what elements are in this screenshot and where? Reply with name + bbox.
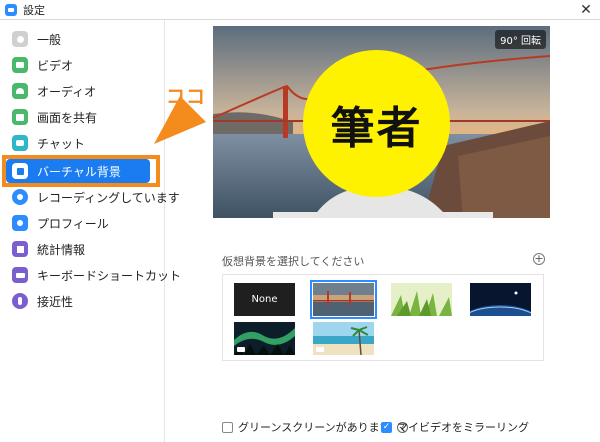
writer-badge-label: 筆者 (330, 102, 423, 154)
sidebar-item-keyboard-shortcuts[interactable]: キーボードショートカット (6, 263, 181, 287)
video-icon (12, 57, 28, 73)
green-screen-label: グリーンスクリーンがあります (238, 421, 391, 434)
close-button[interactable]: ✕ (578, 2, 594, 18)
background-thumbnail-panel: None (222, 274, 544, 361)
sidebar-item-label: 一般 (37, 32, 62, 47)
video-thumbnail-icon (316, 347, 324, 352)
mirror-video-checkbox[interactable] (381, 421, 392, 433)
gear-icon (12, 31, 28, 47)
background-thumbnail-aurora[interactable] (234, 322, 295, 355)
sidebar-item-video[interactable]: ビデオ (6, 53, 150, 77)
background-thumbnail-beach[interactable] (313, 322, 374, 355)
sidebar-item-audio[interactable]: オーディオ (6, 79, 150, 103)
statistics-icon (12, 241, 28, 257)
sidebar-item-label: ビデオ (37, 58, 74, 73)
window-title: 設定 (23, 3, 45, 17)
sidebar-item-label: プロフィール (37, 216, 109, 231)
golden-gate-thumbnail-image (313, 283, 374, 316)
mirror-video-label: マイビデオをミラーリング (397, 421, 529, 434)
settings-sidebar: 一般 ビデオ オーディオ 画面を共有 チャット バーチャル背景 レコーディングし… (0, 20, 181, 442)
green-screen-option[interactable]: グリーンスクリーンがあります ? (222, 419, 408, 435)
sidebar-item-recording[interactable]: レコーディングしています (6, 185, 180, 209)
sidebar-item-profile[interactable]: プロフィール (6, 211, 150, 235)
zoom-app-icon (5, 3, 17, 16)
annotation-highlight-box (2, 155, 160, 187)
sidebar-item-general[interactable]: 一般 (6, 27, 150, 51)
background-thumbnail-grass[interactable] (391, 283, 452, 316)
title-bar: 設定 ✕ (0, 0, 600, 20)
sidebar-item-label: 接近性 (37, 294, 74, 309)
share-screen-icon (12, 109, 28, 125)
green-screen-checkbox[interactable] (222, 421, 233, 433)
sidebar-item-accessibility[interactable]: 接近性 (6, 289, 150, 313)
sidebar-item-label: キーボードショートカット (37, 268, 182, 283)
writer-badge: 筆者 (303, 50, 450, 197)
annotation-text: ココ (166, 86, 207, 108)
video-thumbnail-icon (237, 347, 245, 352)
thumbnail-label: None (251, 294, 278, 305)
mirror-video-option[interactable]: マイビデオをミラーリング (381, 419, 529, 435)
keyboard-icon (12, 267, 28, 283)
grass-thumbnail-image (391, 283, 452, 316)
video-preview: 90° 回転 筆者 (213, 26, 550, 218)
sidebar-item-label: チャット (37, 136, 85, 151)
accessibility-icon (12, 293, 28, 309)
sidebar-item-statistics[interactable]: 統計情報 (6, 237, 150, 261)
background-thumbnail-earth[interactable] (470, 283, 531, 316)
chat-icon (12, 135, 28, 151)
sidebar-item-share-screen[interactable]: 画面を共有 (6, 105, 150, 129)
record-icon (12, 189, 28, 205)
add-background-button[interactable]: + (533, 253, 545, 265)
background-thumbnail-none[interactable]: None (234, 283, 295, 316)
sidebar-item-chat[interactable]: チャット (6, 131, 150, 155)
rotate-90-button[interactable]: 90° 回転 (495, 30, 546, 49)
sidebar-item-label: レコーディングしています (37, 190, 180, 205)
headphones-icon (12, 83, 28, 99)
sidebar-item-label: 統計情報 (37, 242, 86, 257)
background-section-label: 仮想背景を選択してください (222, 255, 365, 268)
profile-icon (12, 215, 28, 231)
background-thumbnail-golden-gate[interactable] (310, 280, 377, 319)
earth-thumbnail-image (470, 283, 531, 316)
sidebar-item-label: オーディオ (37, 84, 97, 99)
sidebar-item-label: 画面を共有 (37, 110, 98, 125)
